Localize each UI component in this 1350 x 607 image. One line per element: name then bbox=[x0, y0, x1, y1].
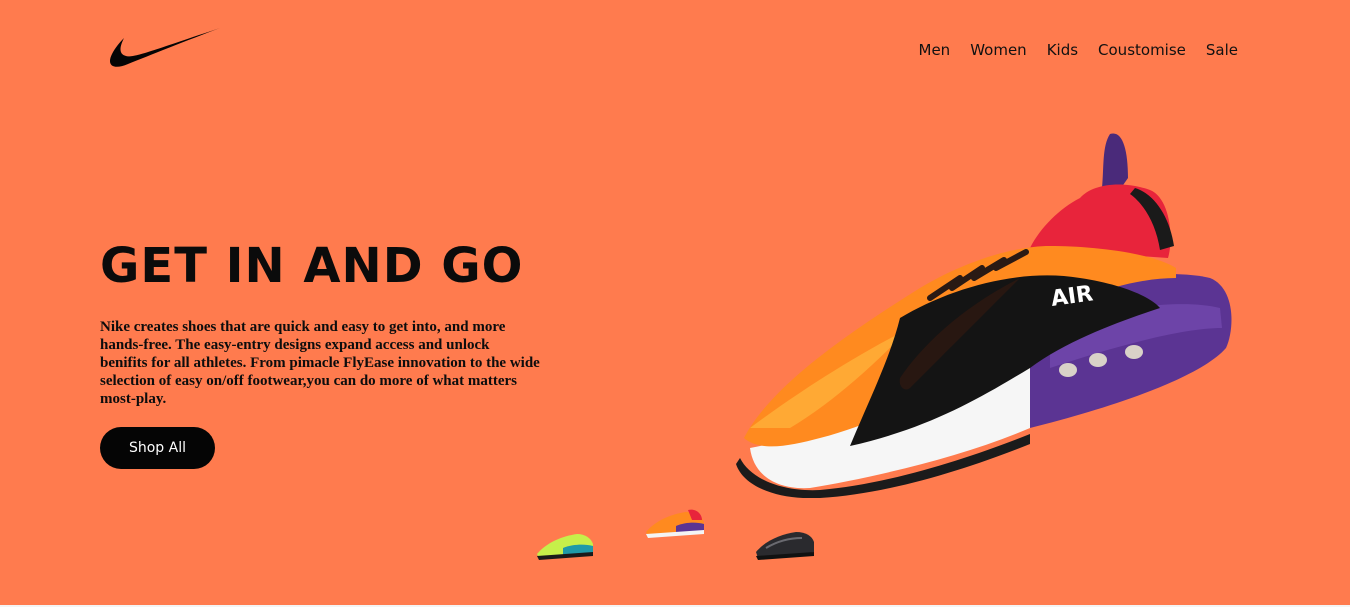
hero-title: GET IN AND GO bbox=[100, 238, 524, 294]
hero-description: Nike creates shoes that are quick and ea… bbox=[100, 319, 540, 407]
hero-shoe-image: AIR bbox=[736, 133, 1232, 498]
nav-item-sale[interactable]: Sale bbox=[1206, 40, 1238, 60]
nav-item-customise[interactable]: Coustomise bbox=[1098, 40, 1186, 60]
shoe-thumbnail-icon bbox=[756, 532, 814, 560]
thumbnail-orange-purple-shoe[interactable] bbox=[642, 506, 706, 542]
nike-swoosh-icon[interactable] bbox=[108, 26, 222, 72]
shop-all-button[interactable]: Shop All bbox=[100, 427, 215, 469]
nav-item-kids[interactable]: Kids bbox=[1047, 40, 1078, 60]
landing-page: Men Women Kids Coustomise Sale GET IN AN… bbox=[0, 0, 1350, 607]
nav-item-men[interactable]: Men bbox=[919, 40, 951, 60]
shoe-thumbnail-icon bbox=[537, 534, 593, 560]
thumbnail-volt-teal-shoe[interactable] bbox=[533, 526, 597, 562]
nav-item-women[interactable]: Women bbox=[970, 40, 1026, 60]
thumbnail-black-grey-shoe[interactable] bbox=[752, 526, 816, 562]
main-nav: Men Women Kids Coustomise Sale bbox=[919, 40, 1238, 60]
shoe-thumbnail-icon bbox=[646, 509, 704, 538]
